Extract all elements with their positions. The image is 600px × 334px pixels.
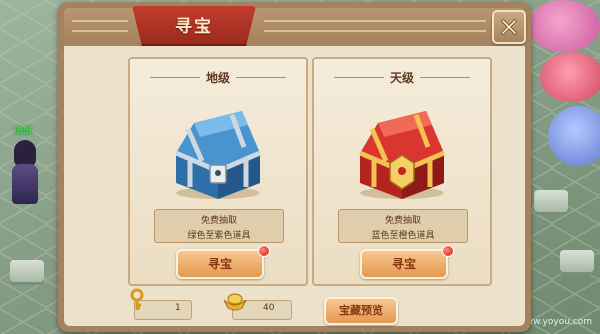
pink-umbrella (528, 0, 600, 52)
blue-umbrella (548, 106, 600, 166)
notification-dot (442, 245, 454, 257)
player-name-tag: 聚聚 (14, 127, 33, 137)
player-character[interactable] (8, 140, 42, 210)
reward-info: 免费抽取 蓝色至橙色道具 (338, 209, 468, 243)
header-ornament (72, 20, 128, 32)
hunt-button-earth[interactable]: 寻宝 (176, 249, 264, 279)
reward-info: 免费抽取 绿色至紫色道具 (154, 209, 284, 243)
golden-key-icon (126, 288, 148, 312)
dialog-title: 寻宝 (175, 17, 213, 37)
blue-chest-icon (158, 101, 278, 201)
stone-stool (10, 260, 44, 282)
gold-ingot-icon (222, 288, 248, 312)
hunt-button-heaven[interactable]: 寻宝 (360, 249, 448, 279)
red-umbrella (540, 52, 600, 102)
draw-type-label: 免费抽取 (384, 216, 421, 226)
close-icon (501, 19, 517, 35)
treasure-preview-button[interactable]: 宝藏预览 (324, 297, 398, 325)
heaven-tier-card: 天级 免费抽取 蓝色至橙色道具 寻宝 (312, 57, 492, 286)
key-count: 1 (175, 303, 181, 313)
stone-stool (534, 190, 568, 212)
reward-range-label: 绿色至紫色道具 (187, 231, 251, 241)
close-button[interactable] (492, 10, 526, 44)
divider (236, 77, 286, 78)
resource-bar: 1 40 宝藏预览 (122, 288, 582, 328)
red-chest-icon (342, 101, 462, 201)
gold-count: 40 (263, 303, 275, 313)
notification-dot (258, 245, 270, 257)
stone-stool (560, 250, 594, 272)
draw-type-label: 免费抽取 (200, 216, 237, 226)
reward-range-label: 蓝色至橙色道具 (371, 231, 435, 241)
header-ornament (264, 20, 486, 32)
treasure-hunt-dialog: 寻宝 地级 免费抽取 绿色至紫色道具 寻宝 天级 免费抽取 蓝色至橙色道具 寻宝… (58, 2, 531, 332)
divider (420, 77, 470, 78)
earth-tier-card: 地级 免费抽取 绿色至紫色道具 寻宝 (128, 57, 308, 286)
